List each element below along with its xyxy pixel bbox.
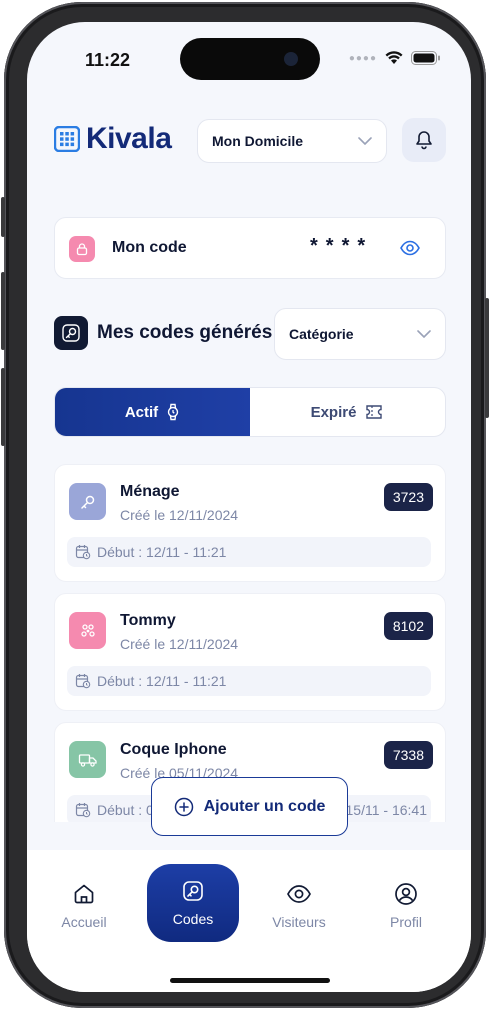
logo-text: Kivala: [86, 122, 172, 155]
wifi-icon: [385, 51, 403, 64]
section-title: Mes codes générés: [97, 322, 273, 343]
notifications-button[interactable]: [402, 118, 446, 162]
key-icon: [69, 483, 106, 520]
chevron-down-icon: [417, 330, 431, 338]
add-code-label: Ajouter un code: [203, 797, 326, 815]
nav-item-visiteurs[interactable]: Visiteurs: [254, 882, 344, 930]
user-icon: [395, 883, 417, 905]
power-button: [485, 298, 489, 418]
truck-icon: [69, 741, 106, 778]
my-code-card: Mon code ****: [54, 217, 446, 279]
status-icons: ●●●●: [349, 51, 441, 65]
calendar-clock-icon: [75, 545, 91, 560]
my-code-label: Mon code: [112, 239, 187, 256]
bottom-nav: Accueil Codes Visiteurs Profil: [27, 850, 471, 992]
people-icon: [69, 612, 106, 649]
code-item-name: Coque Iphone: [120, 741, 227, 758]
phone-frame: 11:22 ●●●● Kivala Mon Domicile Mon code …: [1, 2, 489, 1008]
screen: 11:22 ●●●● Kivala Mon Domicile Mon code …: [27, 22, 471, 992]
code-item-end-text: 15/11 - 16:41: [345, 802, 427, 818]
code-item-start-text: Début : 12/11 - 11:21: [97, 673, 227, 689]
dynamic-island: [180, 38, 320, 80]
code-item-created: Créé le 12/11/2024: [120, 636, 239, 652]
show-code-eye-icon[interactable]: [400, 239, 420, 257]
tab-actif[interactable]: Actif: [55, 388, 250, 436]
tab-actif-label: Actif: [124, 403, 159, 421]
tab-expire[interactable]: Expiré: [250, 388, 445, 436]
home-select-value: Mon Domicile: [212, 133, 304, 149]
code-item-name: Ménage: [120, 483, 180, 500]
code-item[interactable]: Tommy Créé le 12/11/2024 8102 Début : 12…: [54, 593, 446, 711]
ticket-icon: [366, 405, 383, 419]
eye-icon: [287, 885, 311, 903]
home-select[interactable]: Mon Domicile: [197, 119, 387, 163]
nav-label: Visiteurs: [272, 914, 326, 930]
lock-icon: [69, 236, 95, 262]
nav-label: Accueil: [61, 914, 107, 930]
code-item-code: 7338: [383, 741, 433, 769]
code-item-start: Début : 12/11 - 11:21: [67, 537, 431, 567]
code-item-start: Début : 12/11 - 11:21: [67, 666, 431, 696]
key-icon: [62, 324, 80, 342]
code-item-code: 8102: [383, 612, 433, 640]
watch-icon: [167, 403, 179, 421]
code-item-start-text: Début : 12/11 - 11:21: [97, 544, 227, 560]
chevron-down-icon: [358, 137, 372, 145]
nav-item-codes[interactable]: Codes: [147, 864, 239, 942]
plus-circle-icon: [174, 797, 193, 816]
home-icon: [74, 884, 94, 904]
code-item-start-text: Début : 0: [97, 802, 154, 818]
code-item-created: Créé le 12/11/2024: [120, 507, 239, 523]
code-item-name: Tommy: [120, 612, 176, 629]
my-code-mask: ****: [310, 235, 374, 257]
calendar-clock-icon: [75, 803, 91, 818]
category-select-value: Catégorie: [289, 326, 354, 342]
volume-down-button: [1, 368, 5, 446]
home-indicator: [170, 978, 330, 983]
codes-list: Ménage Créé le 12/11/2024 3723 Début : 1…: [54, 462, 446, 822]
codes-section-icon: [54, 316, 88, 350]
grid-logo-icon: [54, 126, 80, 152]
bell-icon: [416, 131, 432, 150]
mute-switch: [1, 197, 5, 237]
status-time: 11:22: [85, 50, 131, 70]
nav-label: Codes: [172, 911, 214, 927]
category-select[interactable]: Catégorie: [274, 308, 446, 360]
volume-up-button: [1, 272, 5, 350]
status-tabs: Actif Expiré: [54, 387, 446, 437]
camera-icon: [284, 52, 298, 66]
key-icon: [183, 881, 203, 901]
calendar-clock-icon: [75, 674, 91, 689]
nav-item-profil[interactable]: Profil: [361, 882, 451, 930]
code-item[interactable]: Ménage Créé le 12/11/2024 3723 Début : 1…: [54, 464, 446, 582]
nav-label: Profil: [390, 914, 422, 930]
signal-icon: ●●●●: [348, 52, 377, 64]
tab-expire-label: Expiré: [310, 403, 357, 421]
nav-item-accueil[interactable]: Accueil: [39, 882, 129, 930]
battery-icon: [411, 51, 440, 65]
add-code-button[interactable]: Ajouter un code: [151, 777, 348, 836]
code-item-code: 3723: [383, 483, 433, 511]
kivala-logo: Kivala: [54, 122, 172, 156]
